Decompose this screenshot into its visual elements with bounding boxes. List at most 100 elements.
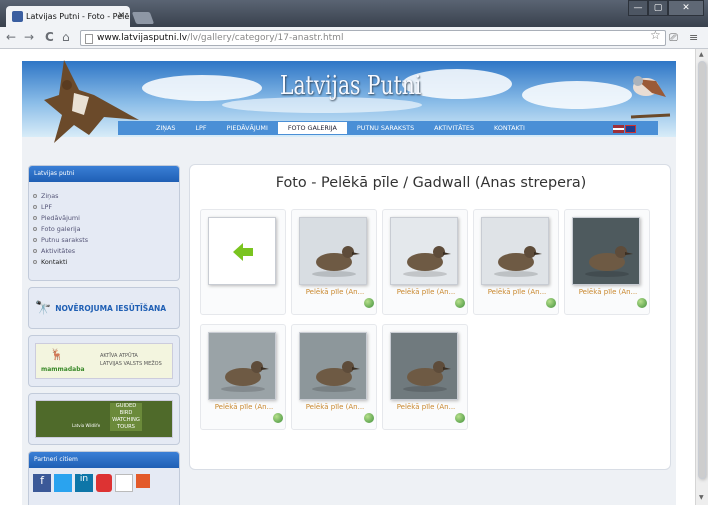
- observation-banner[interactable]: 🔭 NOVĒROJUMA IESŪTĪŠANA: [28, 287, 180, 329]
- menu-item-foto-galerija[interactable]: FOTO GALERIJA: [277, 122, 347, 134]
- tours-label: GUIDED BIRD WATCHING TOURS: [110, 403, 142, 431]
- gallery-item[interactable]: Pelēkā pīle (An...: [564, 209, 650, 315]
- sidebar-item-label: Aktivitātes: [41, 246, 76, 255]
- vertical-scrollbar[interactable]: ▲ ▼: [695, 49, 708, 505]
- gallery-item[interactable]: Pelēkā pīle (An...: [200, 324, 286, 430]
- duck-image: [585, 246, 633, 277]
- scroll-down-icon[interactable]: ▼: [699, 494, 704, 501]
- bullet-icon: [33, 237, 37, 242]
- bullet-icon: [33, 226, 37, 231]
- globe-icon[interactable]: [637, 298, 647, 308]
- back-icon[interactable]: ←: [6, 30, 16, 44]
- page-icon: [85, 34, 93, 44]
- binoculars-icon: 🔭: [35, 300, 52, 316]
- sidebar-menu: Ziņas LPF Piedāvājumi Foto galerija Putn…: [29, 182, 179, 275]
- gallery-item-caption[interactable]: Pelēkā pīle (An...: [201, 403, 287, 411]
- linkedin-icon[interactable]: in: [75, 474, 93, 492]
- gallery-item[interactable]: Pelēkā pīle (An...: [291, 209, 377, 315]
- menu-item-lpf[interactable]: LPF: [185, 121, 216, 135]
- bullet-icon: [33, 259, 37, 264]
- forward-icon[interactable]: →: [24, 30, 34, 44]
- duck-photo-thumbnail[interactable]: [481, 217, 549, 285]
- email-icon[interactable]: [115, 474, 133, 492]
- gallery-item-caption[interactable]: Pelēkā pīle (An...: [565, 288, 651, 296]
- url-domain: www.latvijasputni.lv: [97, 33, 188, 43]
- sidebar-item-label: LPF: [41, 202, 53, 211]
- browser-tab[interactable]: Latvijas Putni - Foto - Pelēkā ✕: [6, 6, 130, 27]
- sidebar-item-piedavajumi[interactable]: Piedāvājumi: [33, 212, 179, 223]
- screen-icon[interactable]: ⎚: [669, 31, 678, 45]
- reload-icon[interactable]: C: [45, 30, 54, 44]
- minimize-button[interactable]: —: [628, 0, 648, 16]
- sidebar-item-label: Putnu saraksts: [41, 235, 89, 244]
- sidebar-item-putnu-saraksts[interactable]: Putnu saraksts: [33, 234, 179, 245]
- uk-flag-icon[interactable]: [625, 125, 636, 133]
- duck-photo-thumbnail[interactable]: [572, 217, 640, 285]
- sidebar-item-foto-galerija[interactable]: Foto galerija: [33, 223, 179, 234]
- sidebar-item-zinas[interactable]: Ziņas: [33, 190, 179, 201]
- banner-cloud: [522, 81, 632, 109]
- bullet-icon: [33, 248, 37, 253]
- url-path: /lv/gallery/category/17-anastr.html: [187, 33, 344, 43]
- partners-title: Partneri citiem: [29, 452, 179, 468]
- tab-close-icon[interactable]: ✕: [117, 11, 125, 21]
- green-left-arrow-icon: [233, 243, 253, 261]
- globe-icon[interactable]: [364, 413, 374, 423]
- scrollbar-thumb[interactable]: [698, 61, 706, 479]
- share-icon[interactable]: [96, 474, 112, 492]
- globe-icon[interactable]: [455, 413, 465, 423]
- gallery-item[interactable]: Pelēkā pīle (An...: [291, 324, 377, 430]
- birdwatching-banner[interactable]: Latvia Wildlife GUIDED BIRD WATCHING TOU…: [28, 393, 180, 445]
- gallery-item[interactable]: Pelēkā pīle (An...: [382, 324, 468, 430]
- browser-titlebar: Latvijas Putni - Foto - Pelēkā ✕ — ▢ ✕: [0, 0, 708, 27]
- sidebar-item-lpf[interactable]: LPF: [33, 201, 179, 212]
- new-tab-button[interactable]: [131, 12, 155, 24]
- duck-photo-thumbnail[interactable]: [208, 332, 276, 400]
- home-icon[interactable]: ⌂: [62, 30, 70, 44]
- latvian-flag-icon[interactable]: [613, 125, 624, 133]
- duck-image: [221, 361, 269, 392]
- duck-photo-thumbnail[interactable]: [390, 217, 458, 285]
- gallery-item-caption[interactable]: Pelēkā pīle (An...: [292, 403, 378, 411]
- maximize-button[interactable]: ▢: [648, 0, 668, 16]
- address-bar[interactable]: www.latvijasputni.lv/lv/gallery/category…: [80, 30, 666, 46]
- site-logo-title[interactable]: Latvijas Putni: [280, 71, 421, 101]
- globe-icon[interactable]: [455, 298, 465, 308]
- close-window-button[interactable]: ✕: [668, 0, 704, 16]
- gallery-item-caption[interactable]: Pelēkā pīle (An...: [383, 288, 469, 296]
- bookmark-star-icon[interactable]: ☆: [650, 28, 661, 42]
- sidebar-item-label: Piedāvājumi: [41, 213, 80, 222]
- duck-photo-thumbnail[interactable]: [299, 217, 367, 285]
- twitter-icon[interactable]: [54, 474, 72, 492]
- window-controls: — ▢ ✕: [628, 0, 704, 16]
- duck-photo-thumbnail[interactable]: [390, 332, 458, 400]
- gallery-item-caption[interactable]: Pelēkā pīle (An...: [383, 403, 469, 411]
- menu-item-aktivitates[interactable]: AKTIVITĀTES: [424, 121, 484, 135]
- menu-item-kontakti[interactable]: KONTAKTI: [484, 121, 535, 135]
- scroll-up-icon[interactable]: ▲: [699, 51, 704, 58]
- menu-item-zinas[interactable]: ZIŅAS: [146, 121, 185, 135]
- gallery-item-caption[interactable]: Pelēkā pīle (An...: [474, 288, 560, 296]
- menu-item-putnu-saraksts[interactable]: PUTNU SARAKSTS: [347, 121, 424, 135]
- sidebar-item-kontakti[interactable]: Kontakti: [33, 256, 179, 267]
- duck-image: [494, 246, 542, 277]
- duck-image: [312, 246, 360, 277]
- sidebar-menu-box: Latvijas putni Ziņas LPF Piedāvājumi Fot…: [28, 165, 180, 281]
- gallery-item-caption[interactable]: Pelēkā pīle (An...: [292, 288, 378, 296]
- back-thumbnail[interactable]: [208, 217, 276, 285]
- globe-icon[interactable]: [273, 413, 283, 423]
- duck-photo-thumbnail[interactable]: [299, 332, 367, 400]
- gallery-item[interactable]: Pelēkā pīle (An...: [473, 209, 559, 315]
- sidebar-item-aktivitates[interactable]: Aktivitātes: [33, 245, 179, 256]
- globe-icon[interactable]: [364, 298, 374, 308]
- tours-line-2: BIRD: [119, 410, 133, 416]
- mammadaba-banner[interactable]: 🦌 mammadaba AKTĪVA ATPŪTA LATVIJAS VALST…: [28, 335, 180, 387]
- facebook-icon[interactable]: f: [33, 474, 51, 492]
- sidebar-menu-title: Latvijas putni: [29, 166, 179, 182]
- chrome-menu-icon[interactable]: ≡: [689, 31, 698, 44]
- add-icon[interactable]: [136, 474, 150, 488]
- globe-icon[interactable]: [546, 298, 556, 308]
- gallery-back-cell[interactable]: [200, 209, 286, 315]
- gallery-item[interactable]: Pelēkā pīle (An...: [382, 209, 468, 315]
- menu-item-piedavajumi[interactable]: PIEDĀVĀJUMI: [217, 121, 278, 135]
